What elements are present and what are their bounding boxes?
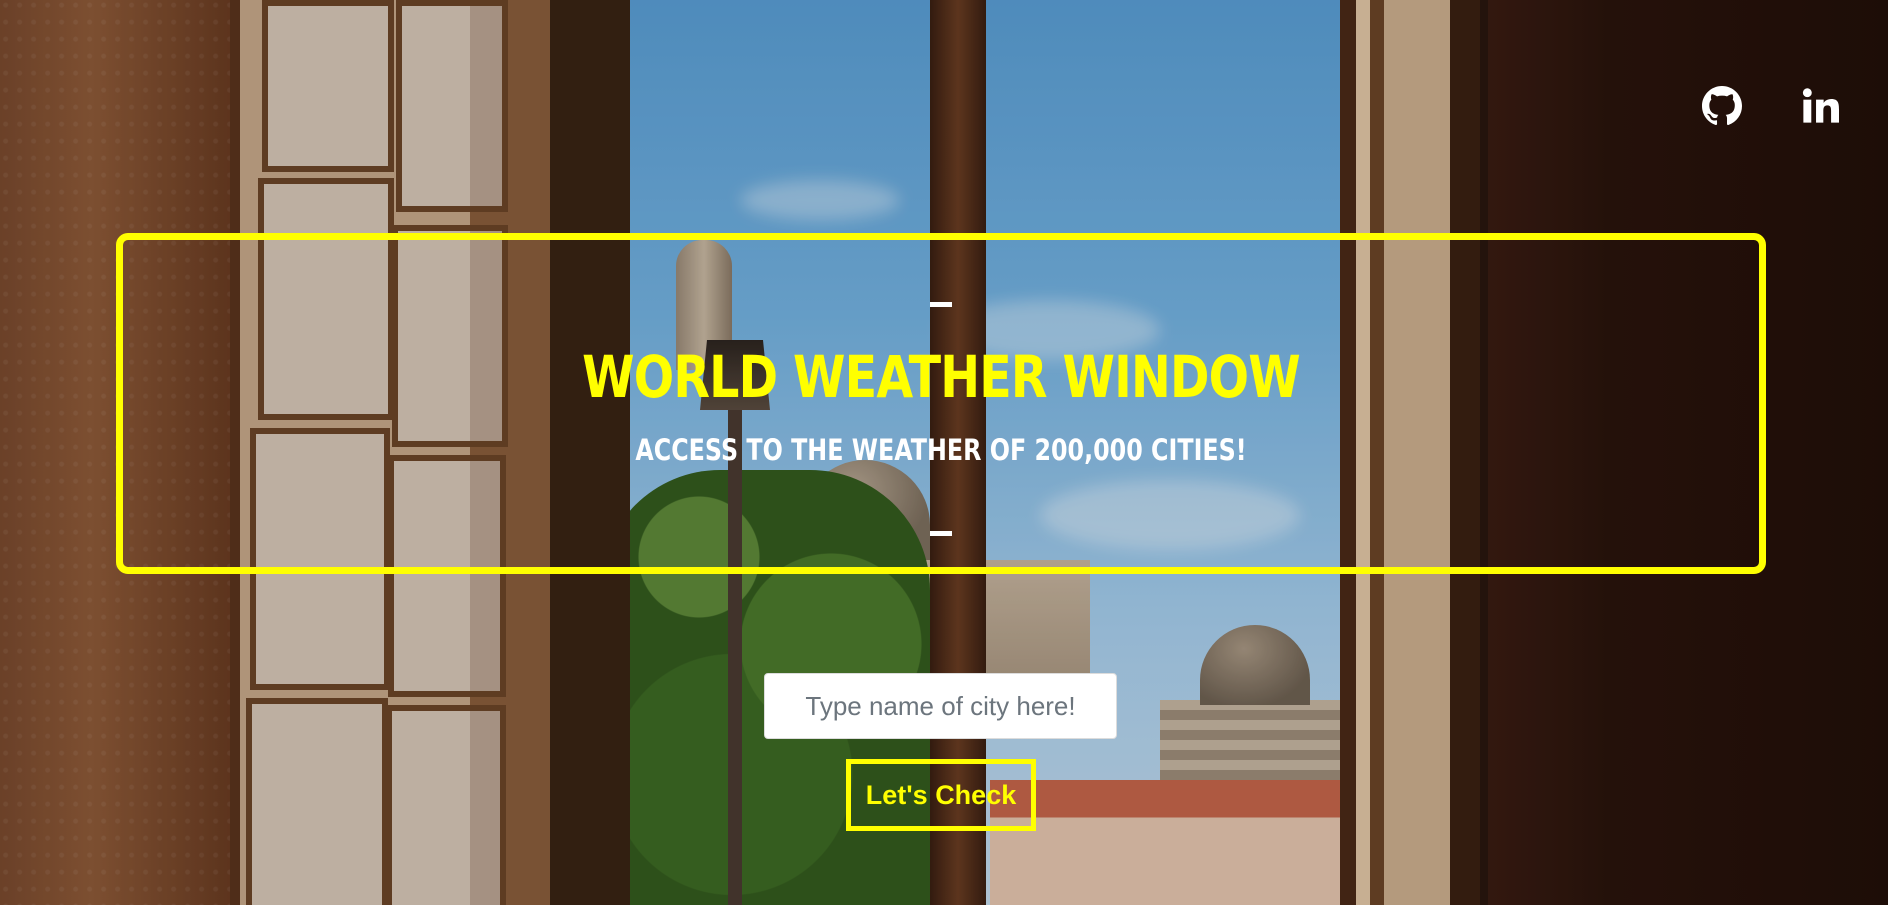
divider-dash-top xyxy=(930,302,952,307)
github-link[interactable] xyxy=(1700,85,1744,131)
linkedin-link[interactable] xyxy=(1798,86,1842,130)
city-search-input[interactable] xyxy=(764,673,1117,739)
page: World Weather Window Access to the weath… xyxy=(0,0,1888,905)
hero-banner: World Weather Window Access to the weath… xyxy=(116,233,1766,574)
page-subtitle: Access to the weather of 200,000 cities! xyxy=(635,433,1247,467)
divider-dash-bottom xyxy=(930,531,952,536)
lets-check-button[interactable]: Let's Check xyxy=(846,759,1036,831)
linkedin-icon xyxy=(1801,87,1839,130)
github-icon xyxy=(1702,85,1742,131)
page-title: World Weather Window xyxy=(582,343,1301,411)
